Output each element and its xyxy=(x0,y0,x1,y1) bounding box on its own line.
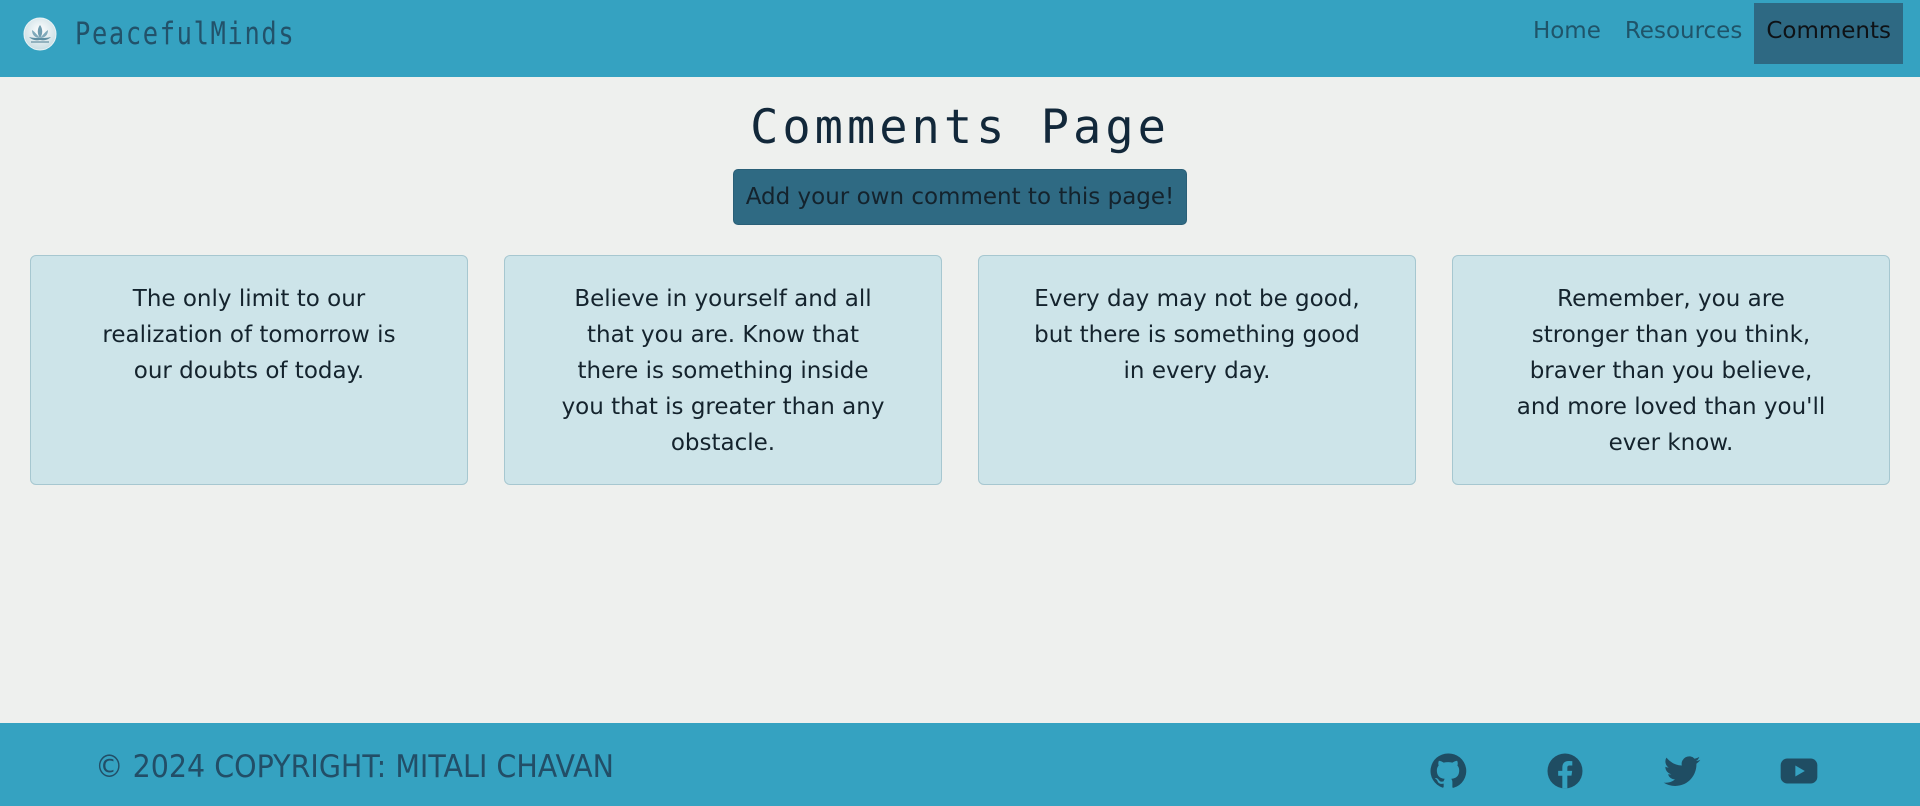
comment-text: Remember, you are stronger than you thin… xyxy=(1516,286,1826,456)
facebook-link[interactable] xyxy=(1545,751,1585,791)
github-link[interactable] xyxy=(1428,751,1468,791)
comment-card: Believe in yourself and all that you are… xyxy=(504,255,942,485)
comments-list: The only limit to our realization of tom… xyxy=(30,255,1890,485)
comment-card: Remember, you are stronger than you thin… xyxy=(1452,255,1890,485)
navbar: PeacefulMinds Home Resources Comments xyxy=(0,0,1920,77)
github-icon xyxy=(1430,753,1467,788)
brand-link[interactable]: PeacefulMinds xyxy=(23,14,344,54)
nav-resources-link[interactable]: Resources xyxy=(1613,3,1754,64)
comment-text: The only limit to our realization of tom… xyxy=(102,286,396,384)
page-title: Comments Page xyxy=(750,100,1170,155)
facebook-icon xyxy=(1547,753,1583,789)
comment-card: The only limit to our realization of tom… xyxy=(30,255,468,485)
nav-comments-link[interactable]: Comments xyxy=(1754,3,1903,64)
youtube-icon xyxy=(1780,758,1818,784)
add-comment-button[interactable]: Add your own comment to this page! xyxy=(733,169,1187,225)
social-links xyxy=(0,751,1920,791)
twitter-icon xyxy=(1663,756,1701,786)
main-nav: Home Resources Comments xyxy=(1521,3,1903,64)
comment-card: Every day may not be good, but there is … xyxy=(978,255,1416,485)
lotus-logo-icon xyxy=(23,17,57,51)
nav-home-link[interactable]: Home xyxy=(1521,3,1613,64)
brand-name: PeacefulMinds xyxy=(75,16,296,52)
footer: © 2024 Copyright: Mitali Chavan xyxy=(0,723,1920,806)
comment-text: Every day may not be good, but there is … xyxy=(1034,286,1360,384)
comment-text: Believe in yourself and all that you are… xyxy=(561,286,885,456)
youtube-link[interactable] xyxy=(1779,751,1819,791)
twitter-link[interactable] xyxy=(1662,751,1702,791)
